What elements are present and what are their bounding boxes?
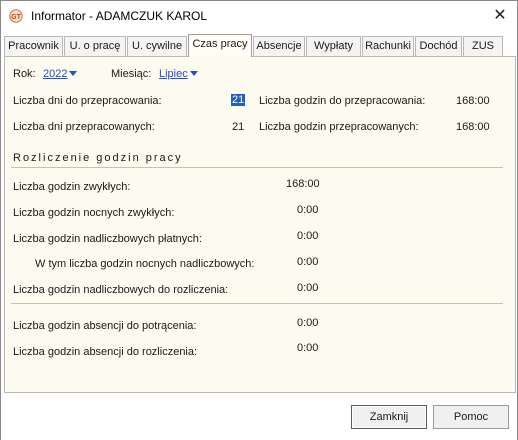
tab-rachunki[interactable]: Rachunki — [362, 36, 414, 56]
close-icon[interactable]: ✕ — [487, 5, 513, 27]
night-overtime-value: 0:00 — [297, 256, 319, 268]
days-to-work-value[interactable]: 21 — [231, 94, 246, 106]
tab-pracownik[interactable]: Pracownik — [4, 36, 63, 56]
paid-overtime-label: Liczba godzin nadliczbowych płatnych: — [13, 233, 202, 245]
tab-absencje[interactable]: Absencje — [253, 36, 305, 56]
regular-hours-label: Liczba godzin zwykłych: — [13, 181, 131, 193]
absence-deduct-label: Liczba godzin absencji do potrącenia: — [13, 320, 197, 332]
informator-window: GT Informator - ADAMCZUK KAROL ✕ Pracown… — [0, 0, 518, 440]
month-select[interactable]: Lipiec — [159, 68, 198, 80]
night-hours-label: Liczba godzin nocnych zwykłych: — [13, 207, 175, 219]
days-worked-value: 21 — [232, 121, 245, 133]
app-logo-icon: GT — [9, 9, 23, 23]
chevron-down-icon — [189, 71, 198, 76]
absence-deduct-value: 0:00 — [297, 317, 319, 329]
tab-umowa-o-prace[interactable]: U. o pracę — [64, 36, 126, 56]
section-divider — [11, 167, 503, 168]
regular-hours-value: 168:00 — [286, 178, 320, 190]
absence-settle-label: Liczba godzin absencji do rozliczenia: — [13, 346, 198, 358]
month-label: Miesiąc: — [111, 68, 152, 80]
overtime-to-settle-label: Liczba godzin nadliczbowych do rozliczen… — [13, 284, 229, 296]
window-title: Informator - ADAMCZUK KAROL — [31, 9, 208, 23]
tab-dochod[interactable]: Dochód — [415, 36, 462, 56]
night-overtime-label: W tym liczba godzin nocnych nadliczbowyc… — [35, 258, 255, 270]
title-bar: GT Informator - ADAMCZUK KAROL ✕ — [1, 1, 517, 32]
year-value: 2022 — [43, 68, 68, 80]
month-value: Lipiec — [159, 68, 188, 80]
hours-worked-label: Liczba godzin przepracowanych: — [259, 121, 419, 133]
chevron-down-icon — [69, 71, 78, 76]
hours-to-work-value: 168:00 — [456, 95, 490, 107]
days-to-work-label: Liczba dni do przepracowania: — [13, 95, 162, 107]
hours-worked-value: 168:00 — [456, 121, 490, 133]
paid-overtime-value: 0:00 — [297, 230, 319, 242]
tab-umowy-cywilne[interactable]: U. cywilne — [127, 36, 187, 56]
section-title: Rozliczenie godzin pracy — [13, 152, 183, 164]
svg-text:GT: GT — [11, 14, 21, 21]
overtime-to-settle-value: 0:00 — [297, 282, 319, 294]
absence-settle-value: 0:00 — [297, 342, 319, 354]
tab-zus[interactable]: ZUS — [463, 36, 503, 56]
tab-bar: Pracownik U. o pracę U. cywilne Czas pra… — [4, 34, 516, 57]
czas-pracy-panel: Rok: 2022 Miesiąc: Lipiec Liczba dni do … — [4, 56, 516, 393]
night-hours-value: 0:00 — [297, 204, 319, 216]
absence-divider — [11, 303, 503, 304]
hours-to-work-label: Liczba godzin do przepracowania: — [259, 95, 426, 107]
year-label: Rok: — [13, 68, 36, 80]
close-button[interactable]: Zamknij — [351, 405, 427, 429]
help-button[interactable]: Pomoc — [433, 405, 509, 429]
tab-wyplaty[interactable]: Wypłaty — [306, 36, 361, 56]
days-worked-label: Liczba dni przepracowanych: — [13, 121, 155, 133]
tab-czas-pracy[interactable]: Czas pracy — [188, 34, 252, 57]
button-bar: Zamknij Pomoc — [1, 393, 517, 440]
year-select[interactable]: 2022 — [43, 68, 78, 80]
